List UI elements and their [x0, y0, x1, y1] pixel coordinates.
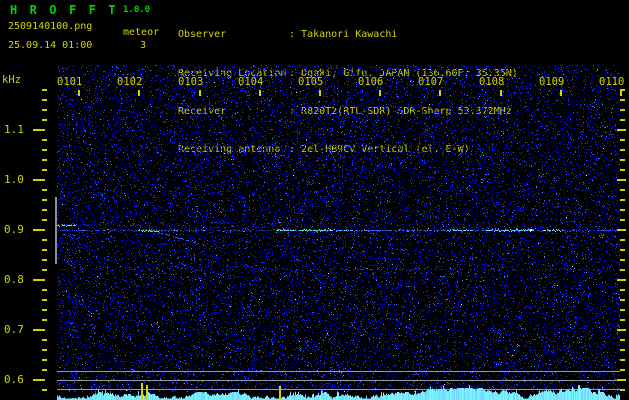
freq-minor-tick-right	[620, 189, 625, 191]
freq-minor-tick-left	[42, 309, 47, 311]
freq-minor-tick-left	[42, 239, 47, 241]
freq-minor-tick-left	[42, 139, 47, 141]
freq-label: 1.1	[4, 123, 24, 136]
freq-minor-tick-left	[42, 299, 47, 301]
time-tick	[439, 90, 441, 96]
freq-major-tick-right	[617, 329, 626, 331]
time-tick	[560, 90, 562, 96]
time-label: 0103	[178, 76, 204, 88]
freq-minor-tick-right	[620, 319, 625, 321]
freq-minor-tick-left	[42, 89, 47, 91]
freq-minor-tick-left	[42, 209, 47, 211]
freq-minor-tick-right	[620, 269, 625, 271]
time-tick	[138, 90, 140, 96]
time-label: 0102	[117, 76, 143, 88]
freq-major-tick-left	[33, 129, 45, 131]
freq-minor-tick-left	[42, 319, 47, 321]
freq-minor-tick-right	[620, 219, 625, 221]
freq-minor-tick-left	[42, 369, 47, 371]
freq-minor-tick-right	[620, 349, 625, 351]
datetime-label: 25.09.14 01:00	[8, 40, 93, 51]
freq-minor-tick-left	[42, 339, 47, 341]
time-label: 0110	[599, 76, 625, 88]
time-label: 0108	[479, 76, 505, 88]
time-label: 0104	[238, 76, 264, 88]
time-label: 0101	[57, 76, 83, 88]
freq-minor-tick-right	[620, 359, 625, 361]
freq-minor-tick-left	[42, 119, 47, 121]
freq-minor-tick-left	[42, 259, 47, 261]
output-filename: 2509140100.png	[8, 21, 93, 32]
freq-major-tick-right	[617, 229, 626, 231]
freq-minor-tick-left	[42, 359, 47, 361]
freq-label: 0.8	[4, 273, 24, 286]
freq-minor-tick-right	[620, 309, 625, 311]
freq-major-tick-left	[33, 179, 45, 181]
freq-minor-tick-right	[620, 369, 625, 371]
freq-minor-tick-right	[620, 139, 625, 141]
freq-minor-tick-left	[42, 249, 47, 251]
freq-minor-tick-right	[620, 99, 625, 101]
time-tick	[500, 90, 502, 96]
time-label: 0106	[358, 76, 384, 88]
freq-minor-tick-right	[620, 239, 625, 241]
freq-minor-tick-right	[620, 169, 625, 171]
freq-major-tick-right	[617, 129, 626, 131]
freq-label: 0.6	[4, 373, 24, 386]
time-label: 0109	[539, 76, 565, 88]
freq-minor-tick-right	[620, 299, 625, 301]
app-title: H R O F F T	[10, 3, 119, 17]
freq-major-tick-right	[617, 179, 626, 181]
freq-major-tick-right	[617, 379, 626, 381]
freq-minor-tick-right	[620, 249, 625, 251]
meteor-count: 3	[140, 40, 147, 51]
freq-minor-tick-left	[42, 349, 47, 351]
freq-unit-label: kHz	[2, 74, 21, 86]
freq-minor-tick-left	[42, 109, 47, 111]
hrofft-output: H R O F F T 1.0.0 2509140100.png meteor …	[0, 0, 629, 400]
freq-major-tick-right	[617, 279, 626, 281]
freq-minor-tick-left	[42, 99, 47, 101]
freq-label: 1.0	[4, 173, 24, 186]
mode-label: meteor	[123, 27, 160, 38]
app-version: 1.0.0	[123, 5, 151, 15]
freq-minor-tick-left	[42, 149, 47, 151]
freq-minor-tick-right	[620, 89, 625, 91]
freq-minor-tick-left	[42, 189, 47, 191]
freq-minor-tick-left	[42, 289, 47, 291]
freq-minor-tick-left	[42, 219, 47, 221]
time-tick	[78, 90, 80, 96]
time-tick	[379, 90, 381, 96]
time-tick	[319, 90, 321, 96]
freq-minor-tick-left	[42, 389, 47, 391]
freq-major-tick-left	[33, 229, 45, 231]
freq-major-tick-left	[33, 329, 45, 331]
spectrogram-canvas	[57, 65, 620, 400]
freq-minor-tick-right	[620, 159, 625, 161]
freq-minor-tick-right	[620, 149, 625, 151]
station-row-observer: Observer: Takanori Kawachi	[178, 29, 398, 41]
freq-minor-tick-left	[42, 159, 47, 161]
time-tick	[199, 90, 201, 96]
freq-minor-tick-right	[620, 199, 625, 201]
freq-major-tick-left	[33, 379, 45, 381]
freq-minor-tick-right	[620, 109, 625, 111]
freq-minor-tick-right	[620, 209, 625, 211]
freq-minor-tick-right	[620, 119, 625, 121]
freq-minor-tick-right	[620, 259, 625, 261]
detection-band-marker	[55, 197, 57, 264]
freq-major-tick-left	[33, 279, 45, 281]
freq-minor-tick-right	[620, 389, 625, 391]
freq-minor-tick-right	[620, 289, 625, 291]
freq-minor-tick-right	[620, 339, 625, 341]
time-tick	[259, 90, 261, 96]
freq-minor-tick-left	[42, 269, 47, 271]
time-label: 0105	[298, 76, 324, 88]
freq-minor-tick-left	[42, 199, 47, 201]
time-label: 0107	[418, 76, 444, 88]
freq-label: 0.7	[4, 323, 24, 336]
freq-minor-tick-left	[42, 169, 47, 171]
freq-label: 0.9	[4, 223, 24, 236]
